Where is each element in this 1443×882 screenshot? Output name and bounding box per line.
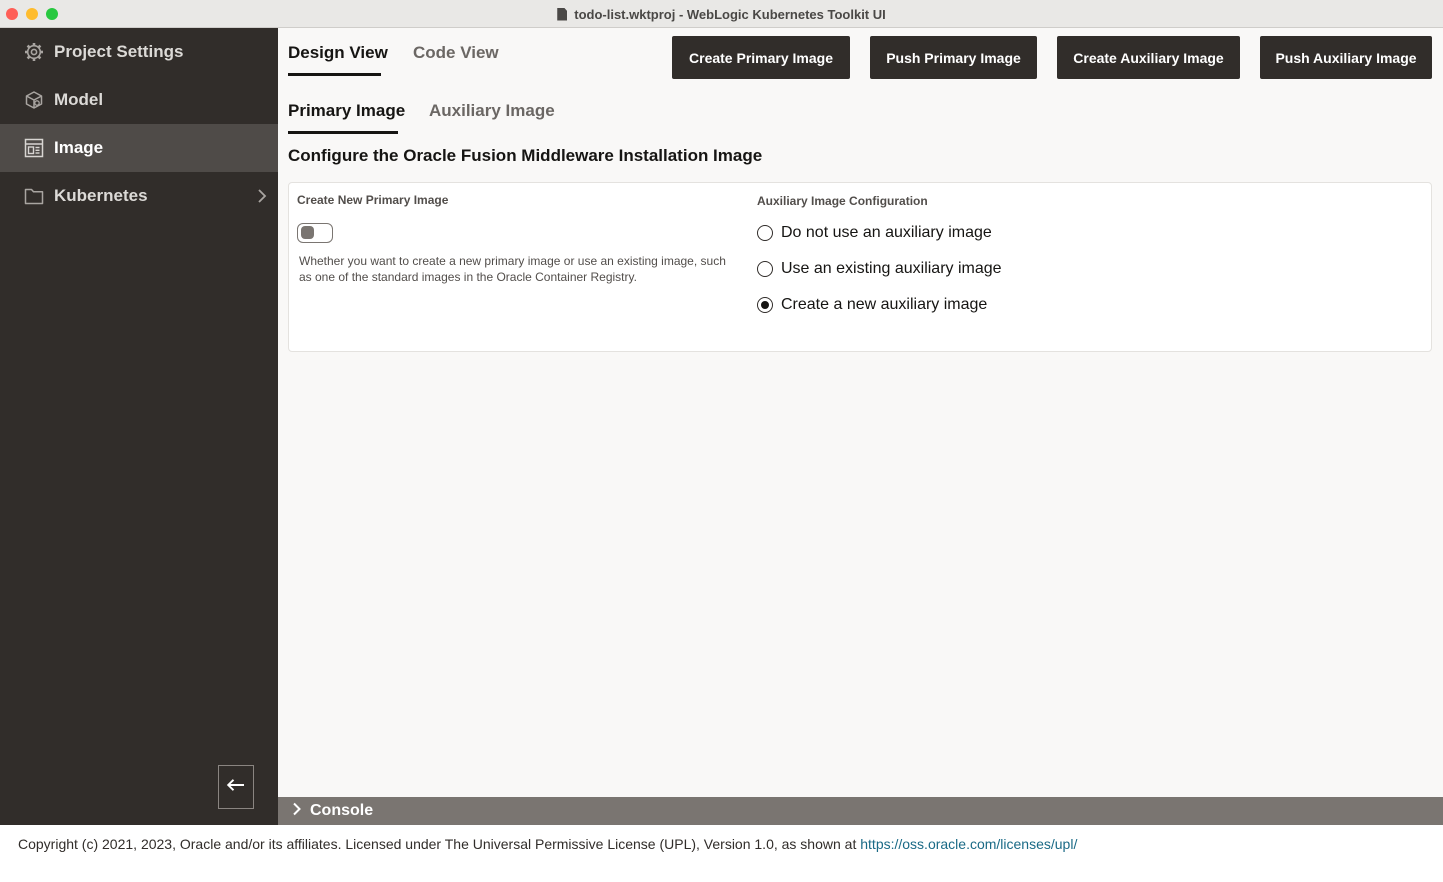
sidebar-item-kubernetes[interactable]: Kubernetes — [0, 172, 278, 220]
radio-button[interactable] — [757, 261, 773, 277]
console-label: Console — [310, 802, 374, 819]
radio-label: Use an existing auxiliary image — [781, 260, 1002, 277]
tab-design-view[interactable]: Design View — [288, 43, 388, 63]
tab-primary-image[interactable]: Primary Image — [288, 101, 405, 121]
sidebar: Project Settings Model Image Kubernetes — [0, 28, 278, 825]
folder-icon — [24, 186, 44, 206]
chevron-right-icon — [292, 802, 302, 821]
radio-label: Do not use an auxiliary image — [781, 224, 992, 241]
footer: Copyright (c) 2021, 2023, Oracle and/or … — [0, 825, 1443, 882]
radio-label: Create a new auxiliary image — [781, 296, 988, 313]
app-window: todo-list.wktproj - WebLogic Kubernetes … — [0, 0, 1443, 882]
create-primary-image-button[interactable]: Create Primary Image — [672, 36, 850, 79]
image-layout-icon — [24, 138, 44, 158]
window-title-wrap: todo-list.wktproj - WebLogic Kubernetes … — [0, 0, 1443, 28]
tab-underline — [288, 131, 398, 134]
sidebar-item-image[interactable]: Image — [0, 124, 278, 172]
tab-code-view[interactable]: Code View — [413, 43, 499, 63]
title-bar: todo-list.wktproj - WebLogic Kubernetes … — [0, 0, 1443, 28]
tab-auxiliary-image[interactable]: Auxiliary Image — [429, 101, 555, 121]
create-auxiliary-image-button[interactable]: Create Auxiliary Image — [1057, 36, 1240, 79]
gear-icon — [24, 42, 44, 62]
document-icon — [557, 7, 568, 21]
push-primary-image-button[interactable]: Push Primary Image — [870, 36, 1037, 79]
radio-no-auxiliary[interactable]: Do not use an auxiliary image — [757, 222, 992, 244]
toggle-knob — [301, 226, 314, 239]
auxiliary-config-label: Auxiliary Image Configuration — [757, 194, 928, 208]
radio-existing-auxiliary[interactable]: Use an existing auxiliary image — [757, 258, 1002, 280]
copyright-text: Copyright (c) 2021, 2023, Oracle and/or … — [18, 836, 861, 852]
radio-button[interactable] — [757, 225, 773, 241]
sidebar-item-label: Model — [54, 90, 104, 109]
sidebar-item-model[interactable]: Model — [0, 76, 278, 124]
window-title: todo-list.wktproj - WebLogic Kubernetes … — [574, 6, 886, 22]
image-config-card: Create New Primary Image Whether you wan… — [288, 182, 1432, 352]
sidebar-item-label: Image — [54, 138, 104, 157]
create-primary-image-label: Create New Primary Image — [297, 193, 449, 207]
push-auxiliary-image-button[interactable]: Push Auxiliary Image — [1260, 36, 1432, 79]
radio-new-auxiliary[interactable]: Create a new auxiliary image — [757, 294, 987, 316]
sidebar-item-label: Kubernetes — [54, 186, 148, 205]
sidebar-item-project-settings[interactable]: Project Settings — [0, 28, 278, 76]
license-link[interactable]: https://oss.oracle.com/licenses/upl/ — [860, 836, 1077, 852]
main-content: Design View Code View Create Primary Ima… — [278, 28, 1443, 797]
sidebar-item-label: Project Settings — [54, 42, 184, 61]
create-primary-image-help: Whether you want to create a new primary… — [299, 254, 726, 284]
arrow-left-icon — [226, 778, 246, 797]
console-toggle[interactable]: Console — [278, 797, 1443, 825]
radio-button-selected[interactable] — [757, 297, 773, 313]
create-primary-image-toggle[interactable] — [297, 223, 333, 243]
cube-icon — [24, 90, 44, 110]
collapse-sidebar-button[interactable] — [218, 765, 254, 809]
chevron-right-icon — [252, 186, 272, 206]
section-title: Configure the Oracle Fusion Middleware I… — [288, 146, 763, 165]
tab-underline — [288, 73, 381, 76]
